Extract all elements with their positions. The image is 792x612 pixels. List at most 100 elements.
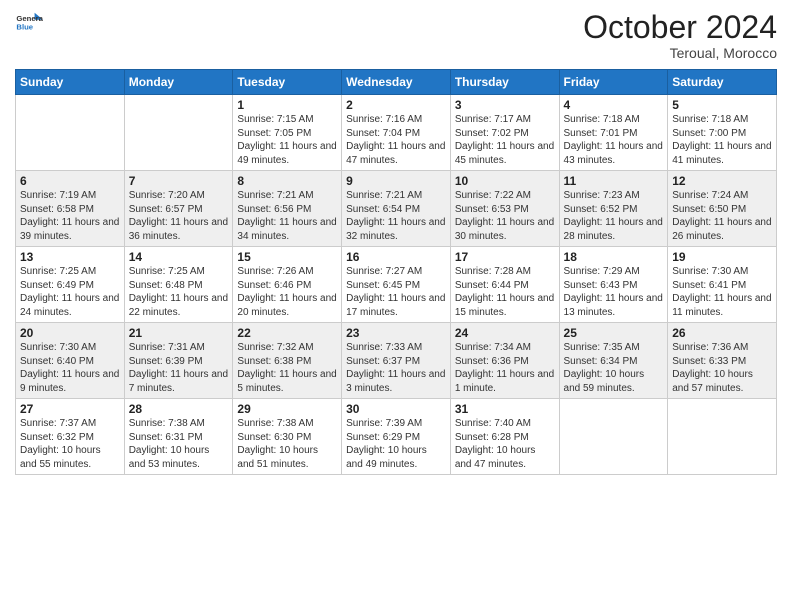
day-info: Sunrise: 7:40 AMSunset: 6:28 PMDaylight:… — [455, 417, 555, 471]
day-info: Sunrise: 7:25 AMSunset: 6:48 PMDaylight:… — [129, 265, 229, 319]
day-info: Sunrise: 7:20 AMSunset: 6:57 PMDaylight:… — [129, 189, 229, 243]
week-row-4: 20Sunrise: 7:30 AMSunset: 6:40 PMDayligh… — [16, 323, 777, 399]
header: General Blue October 2024 Teroual, Moroc… — [15, 10, 777, 61]
day-number: 28 — [129, 402, 229, 416]
day-number: 29 — [237, 402, 337, 416]
calendar-cell-w3-d4: 16Sunrise: 7:27 AMSunset: 6:45 PMDayligh… — [342, 247, 451, 323]
day-number: 15 — [237, 250, 337, 264]
day-number: 31 — [455, 402, 555, 416]
day-info: Sunrise: 7:24 AMSunset: 6:50 PMDaylight:… — [672, 189, 772, 243]
day-number: 30 — [346, 402, 446, 416]
col-tuesday: Tuesday — [233, 70, 342, 95]
day-info: Sunrise: 7:31 AMSunset: 6:39 PMDaylight:… — [129, 341, 229, 395]
calendar-cell-w2-d5: 10Sunrise: 7:22 AMSunset: 6:53 PMDayligh… — [450, 171, 559, 247]
calendar-cell-w2-d4: 9Sunrise: 7:21 AMSunset: 6:54 PMDaylight… — [342, 171, 451, 247]
day-info: Sunrise: 7:23 AMSunset: 6:52 PMDaylight:… — [564, 189, 664, 243]
week-row-2: 6Sunrise: 7:19 AMSunset: 6:58 PMDaylight… — [16, 171, 777, 247]
calendar-cell-w3-d1: 13Sunrise: 7:25 AMSunset: 6:49 PMDayligh… — [16, 247, 125, 323]
logo-icon: General Blue — [15, 10, 43, 38]
calendar-table: Sunday Monday Tuesday Wednesday Thursday… — [15, 69, 777, 475]
day-info: Sunrise: 7:28 AMSunset: 6:44 PMDaylight:… — [455, 265, 555, 319]
day-number: 16 — [346, 250, 446, 264]
calendar-cell-w5-d4: 30Sunrise: 7:39 AMSunset: 6:29 PMDayligh… — [342, 399, 451, 475]
page: General Blue October 2024 Teroual, Moroc… — [0, 0, 792, 612]
calendar-cell-w3-d7: 19Sunrise: 7:30 AMSunset: 6:41 PMDayligh… — [668, 247, 777, 323]
month-title: October 2024 — [583, 10, 777, 45]
day-info: Sunrise: 7:21 AMSunset: 6:54 PMDaylight:… — [346, 189, 446, 243]
day-info: Sunrise: 7:37 AMSunset: 6:32 PMDaylight:… — [20, 417, 120, 471]
day-info: Sunrise: 7:18 AMSunset: 7:00 PMDaylight:… — [672, 113, 772, 167]
day-info: Sunrise: 7:17 AMSunset: 7:02 PMDaylight:… — [455, 113, 555, 167]
day-info: Sunrise: 7:34 AMSunset: 6:36 PMDaylight:… — [455, 341, 555, 395]
day-number: 9 — [346, 174, 446, 188]
day-number: 20 — [20, 326, 120, 340]
day-number: 21 — [129, 326, 229, 340]
day-info: Sunrise: 7:38 AMSunset: 6:31 PMDaylight:… — [129, 417, 229, 471]
calendar-cell-w2-d2: 7Sunrise: 7:20 AMSunset: 6:57 PMDaylight… — [124, 171, 233, 247]
day-number: 27 — [20, 402, 120, 416]
day-number: 5 — [672, 98, 772, 112]
day-info: Sunrise: 7:35 AMSunset: 6:34 PMDaylight:… — [564, 341, 664, 395]
calendar-cell-w1-d7: 5Sunrise: 7:18 AMSunset: 7:00 PMDaylight… — [668, 95, 777, 171]
day-info: Sunrise: 7:15 AMSunset: 7:05 PMDaylight:… — [237, 113, 337, 167]
calendar-cell-w1-d1 — [16, 95, 125, 171]
day-number: 25 — [564, 326, 664, 340]
calendar-cell-w3-d3: 15Sunrise: 7:26 AMSunset: 6:46 PMDayligh… — [233, 247, 342, 323]
calendar-cell-w1-d4: 2Sunrise: 7:16 AMSunset: 7:04 PMDaylight… — [342, 95, 451, 171]
calendar-cell-w5-d2: 28Sunrise: 7:38 AMSunset: 6:31 PMDayligh… — [124, 399, 233, 475]
day-info: Sunrise: 7:30 AMSunset: 6:41 PMDaylight:… — [672, 265, 772, 319]
calendar-cell-w1-d6: 4Sunrise: 7:18 AMSunset: 7:01 PMDaylight… — [559, 95, 668, 171]
day-info: Sunrise: 7:38 AMSunset: 6:30 PMDaylight:… — [237, 417, 337, 471]
day-number: 3 — [455, 98, 555, 112]
day-info: Sunrise: 7:39 AMSunset: 6:29 PMDaylight:… — [346, 417, 446, 471]
calendar-cell-w2-d7: 12Sunrise: 7:24 AMSunset: 6:50 PMDayligh… — [668, 171, 777, 247]
day-number: 11 — [564, 174, 664, 188]
calendar-cell-w4-d6: 25Sunrise: 7:35 AMSunset: 6:34 PMDayligh… — [559, 323, 668, 399]
day-info: Sunrise: 7:30 AMSunset: 6:40 PMDaylight:… — [20, 341, 120, 395]
day-number: 19 — [672, 250, 772, 264]
calendar-cell-w3-d2: 14Sunrise: 7:25 AMSunset: 6:48 PMDayligh… — [124, 247, 233, 323]
location: Teroual, Morocco — [583, 45, 777, 61]
calendar-cell-w5-d3: 29Sunrise: 7:38 AMSunset: 6:30 PMDayligh… — [233, 399, 342, 475]
calendar-cell-w5-d5: 31Sunrise: 7:40 AMSunset: 6:28 PMDayligh… — [450, 399, 559, 475]
calendar-cell-w4-d5: 24Sunrise: 7:34 AMSunset: 6:36 PMDayligh… — [450, 323, 559, 399]
day-info: Sunrise: 7:21 AMSunset: 6:56 PMDaylight:… — [237, 189, 337, 243]
day-info: Sunrise: 7:18 AMSunset: 7:01 PMDaylight:… — [564, 113, 664, 167]
week-row-1: 1Sunrise: 7:15 AMSunset: 7:05 PMDaylight… — [16, 95, 777, 171]
col-saturday: Saturday — [668, 70, 777, 95]
day-info: Sunrise: 7:29 AMSunset: 6:43 PMDaylight:… — [564, 265, 664, 319]
title-block: October 2024 Teroual, Morocco — [583, 10, 777, 61]
day-number: 14 — [129, 250, 229, 264]
calendar-cell-w2-d1: 6Sunrise: 7:19 AMSunset: 6:58 PMDaylight… — [16, 171, 125, 247]
day-number: 26 — [672, 326, 772, 340]
calendar-cell-w5-d7 — [668, 399, 777, 475]
calendar-cell-w3-d5: 17Sunrise: 7:28 AMSunset: 6:44 PMDayligh… — [450, 247, 559, 323]
col-wednesday: Wednesday — [342, 70, 451, 95]
calendar-cell-w1-d2 — [124, 95, 233, 171]
day-number: 17 — [455, 250, 555, 264]
calendar-cell-w4-d4: 23Sunrise: 7:33 AMSunset: 6:37 PMDayligh… — [342, 323, 451, 399]
svg-text:Blue: Blue — [16, 23, 33, 32]
day-number: 8 — [237, 174, 337, 188]
calendar-cell-w4-d3: 22Sunrise: 7:32 AMSunset: 6:38 PMDayligh… — [233, 323, 342, 399]
day-number: 18 — [564, 250, 664, 264]
day-number: 2 — [346, 98, 446, 112]
calendar-cell-w4-d7: 26Sunrise: 7:36 AMSunset: 6:33 PMDayligh… — [668, 323, 777, 399]
calendar-header-row: Sunday Monday Tuesday Wednesday Thursday… — [16, 70, 777, 95]
calendar-cell-w5-d6 — [559, 399, 668, 475]
day-number: 1 — [237, 98, 337, 112]
day-info: Sunrise: 7:33 AMSunset: 6:37 PMDaylight:… — [346, 341, 446, 395]
col-monday: Monday — [124, 70, 233, 95]
day-number: 6 — [20, 174, 120, 188]
day-info: Sunrise: 7:32 AMSunset: 6:38 PMDaylight:… — [237, 341, 337, 395]
day-number: 13 — [20, 250, 120, 264]
day-info: Sunrise: 7:19 AMSunset: 6:58 PMDaylight:… — [20, 189, 120, 243]
day-number: 12 — [672, 174, 772, 188]
col-friday: Friday — [559, 70, 668, 95]
calendar-cell-w2-d3: 8Sunrise: 7:21 AMSunset: 6:56 PMDaylight… — [233, 171, 342, 247]
day-info: Sunrise: 7:27 AMSunset: 6:45 PMDaylight:… — [346, 265, 446, 319]
day-info: Sunrise: 7:26 AMSunset: 6:46 PMDaylight:… — [237, 265, 337, 319]
svg-text:General: General — [16, 14, 43, 23]
day-info: Sunrise: 7:36 AMSunset: 6:33 PMDaylight:… — [672, 341, 772, 395]
day-info: Sunrise: 7:22 AMSunset: 6:53 PMDaylight:… — [455, 189, 555, 243]
